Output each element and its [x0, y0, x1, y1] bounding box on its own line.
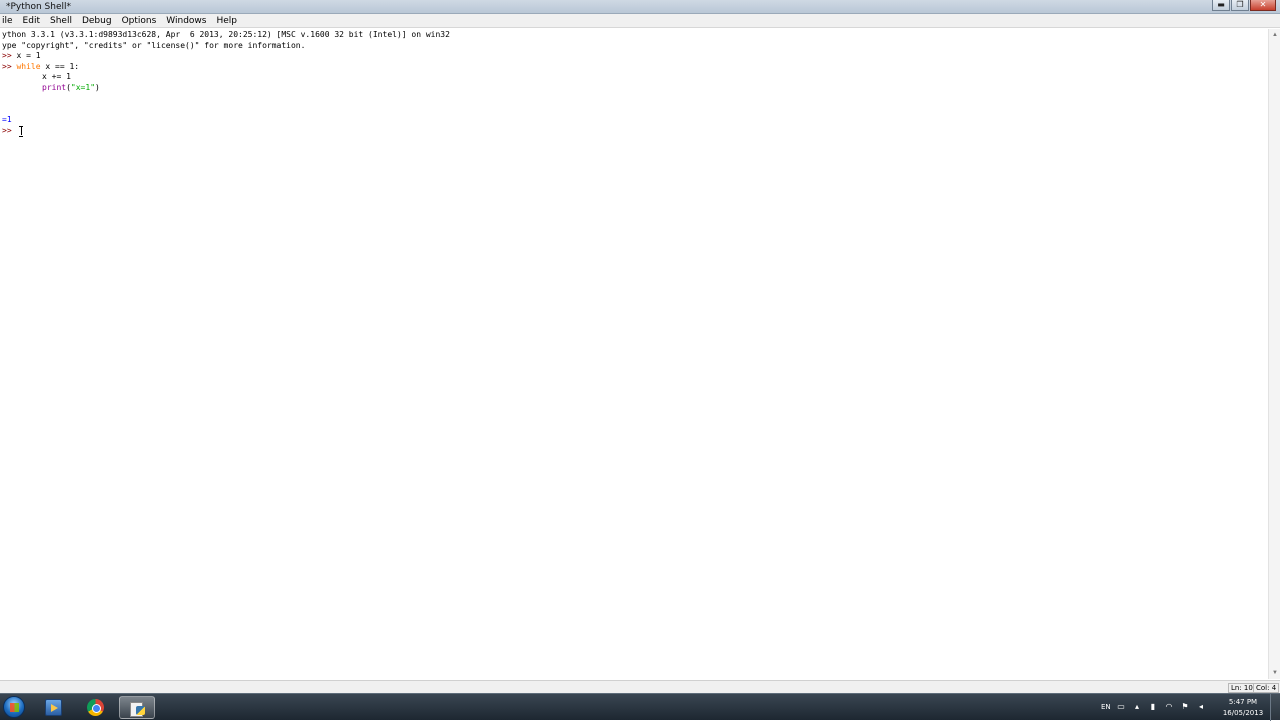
paren-close: ): [95, 83, 100, 92]
window-controls: ▬ ❐ ✕: [1211, 0, 1276, 12]
title-bar[interactable]: *Python Shell* ▬ ❐ ✕: [0, 0, 1280, 14]
maximize-button[interactable]: ❐: [1231, 0, 1249, 11]
menu-help[interactable]: Help: [211, 14, 242, 28]
vertical-scrollbar[interactable]: ▲ ▼: [1268, 29, 1280, 679]
code-line-print: print("x=1"): [42, 82, 100, 93]
menu-windows[interactable]: Windows: [161, 14, 211, 28]
keyboard-icon[interactable]: ▭: [1117, 703, 1125, 711]
status-bar: Ln: 10 Col: 4: [0, 680, 1280, 693]
minimize-button[interactable]: ▬: [1212, 0, 1230, 11]
python-shell-window: *Python Shell* ▬ ❐ ✕ ile Edit Shell Debu…: [0, 0, 1280, 693]
column-number: Col: 4: [1253, 683, 1280, 693]
code-line-increment: x += 1: [42, 72, 71, 81]
shell-prompt: >>: [2, 126, 17, 135]
chrome-icon: [87, 699, 104, 716]
taskbar-media-player[interactable]: [36, 696, 72, 719]
volume-icon[interactable]: ◂: [1197, 703, 1205, 711]
line-number: Ln: 10: [1228, 683, 1256, 693]
media-player-icon: [45, 699, 62, 716]
builtin-print: print: [42, 83, 67, 92]
menu-file[interactable]: ile: [0, 14, 18, 28]
menu-edit[interactable]: Edit: [18, 14, 45, 28]
menu-options[interactable]: Options: [117, 14, 162, 28]
code-text: x = 1: [16, 51, 41, 60]
menu-bar: ile Edit Shell Debug Options Windows Hel…: [0, 14, 1280, 28]
action-center-flag-icon[interactable]: ⚑: [1181, 703, 1189, 711]
taskbar-chrome[interactable]: [78, 696, 114, 719]
system-tray: EN ▭ ▴ ▮ ◠ ⚑ ◂ 5:47 PM 16/05/2013: [1080, 694, 1280, 721]
python-icon: [129, 700, 146, 717]
clock-date[interactable]: 16/05/2013: [1216, 709, 1270, 718]
close-button[interactable]: ✕: [1250, 0, 1276, 11]
keyword-while: while: [16, 62, 41, 71]
shell-text-area[interactable]: ython 3.3.1 (v3.3.1:d9893d13c628, Apr 6 …: [0, 29, 1266, 679]
menu-shell[interactable]: Shell: [45, 14, 77, 28]
code-text: x == 1:: [40, 62, 80, 71]
menu-debug[interactable]: Debug: [77, 14, 117, 28]
start-button[interactable]: [3, 696, 25, 718]
help-line: ype "copyright", "credits" or "license()…: [2, 41, 306, 50]
shell-prompt: >>: [2, 62, 17, 71]
wifi-icon[interactable]: ◠: [1165, 703, 1173, 711]
taskbar: EN ▭ ▴ ▮ ◠ ⚑ ◂ 5:47 PM 16/05/2013: [0, 693, 1280, 721]
text-cursor-icon: [19, 126, 23, 137]
string-literal: "x=1": [70, 83, 96, 92]
network-signal-icon[interactable]: ▮: [1149, 703, 1157, 711]
scroll-up-icon[interactable]: ▲: [1271, 31, 1279, 39]
window-title: *Python Shell*: [6, 2, 72, 12]
clock-time[interactable]: 5:47 PM: [1220, 698, 1266, 707]
language-indicator[interactable]: EN: [1101, 703, 1111, 712]
show-desktop-button[interactable]: [1270, 694, 1280, 721]
show-hidden-icons-icon[interactable]: ▴: [1133, 703, 1141, 711]
shell-prompt: >>: [2, 51, 17, 60]
current-prompt-line: >>: [2, 125, 16, 136]
output-line: =1: [2, 115, 12, 124]
banner-line: ython 3.3.1 (v3.3.1:d9893d13c628, Apr 6 …: [2, 30, 450, 39]
taskbar-python-idle[interactable]: [119, 696, 155, 719]
code-line-assign: >> x = 1: [2, 50, 41, 61]
scroll-down-icon[interactable]: ▼: [1271, 669, 1279, 677]
